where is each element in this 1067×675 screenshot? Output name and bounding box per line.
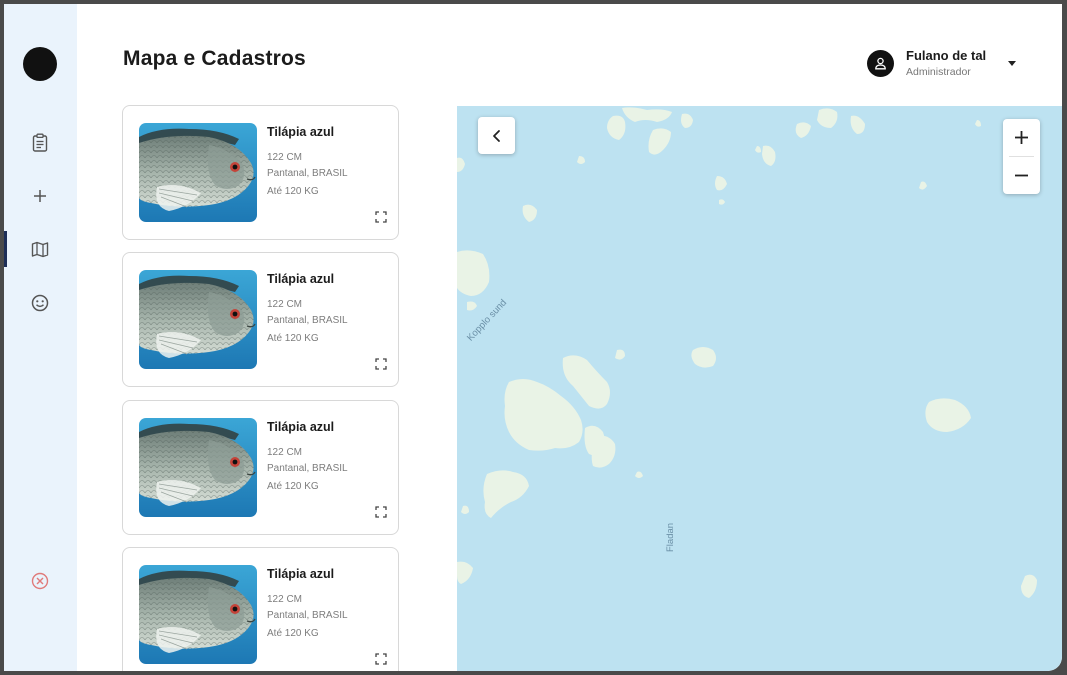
card-title: Tilápia azul xyxy=(267,272,335,286)
map-view[interactable]: Kopplo sund Fladan xyxy=(457,106,1062,671)
app-window: Mapa e Cadastros Fulano de tal Administr… xyxy=(4,4,1062,671)
species-card[interactable]: Tilápia azul 122 CM Pantanal, BRASIL Até… xyxy=(122,547,399,671)
main-content: Mapa e Cadastros Fulano de tal Administr… xyxy=(77,4,1062,671)
map-land xyxy=(457,107,1037,598)
logo-avatar[interactable] xyxy=(23,47,57,81)
clipboard-icon[interactable] xyxy=(28,130,52,154)
card-location: Pantanal, BRASIL xyxy=(267,168,348,179)
fish-image xyxy=(139,565,257,664)
fish-image xyxy=(139,418,257,517)
card-location: Pantanal, BRASIL xyxy=(267,463,348,474)
chevron-left-icon xyxy=(492,129,500,142)
zoom-out-button[interactable] xyxy=(1003,157,1040,194)
fish-image xyxy=(139,270,257,369)
user-avatar-icon xyxy=(867,49,894,77)
sidebar xyxy=(4,4,77,671)
card-size: 122 CM xyxy=(267,299,303,310)
map-icon[interactable] xyxy=(28,237,52,261)
species-card[interactable]: Tilápia azul 122 CM Pantanal, BRASIL Até… xyxy=(122,252,399,387)
expand-icon[interactable] xyxy=(375,357,387,370)
card-title: Tilápia azul xyxy=(267,125,335,139)
fish-image xyxy=(139,123,257,222)
caret-down-icon[interactable] xyxy=(1008,61,1016,66)
user-menu[interactable]: Fulano de tal Administrador xyxy=(867,48,1016,78)
back-button[interactable] xyxy=(478,117,515,154)
expand-icon[interactable] xyxy=(375,210,387,223)
plus-icon xyxy=(1015,131,1028,144)
card-weight: Até 120 KG xyxy=(267,333,319,344)
card-location: Pantanal, BRASIL xyxy=(267,610,348,621)
close-circle-icon[interactable] xyxy=(28,569,52,593)
card-size: 122 CM xyxy=(267,152,303,163)
card-title: Tilápia azul xyxy=(267,420,335,434)
card-size: 122 CM xyxy=(267,447,303,458)
card-size: 122 CM xyxy=(267,594,303,605)
card-weight: Até 120 KG xyxy=(267,481,319,492)
smiley-icon[interactable] xyxy=(28,291,52,315)
card-weight: Até 120 KG xyxy=(267,628,319,639)
zoom-controls xyxy=(1003,119,1040,194)
page-title: Mapa e Cadastros xyxy=(123,47,306,70)
user-role: Administrador xyxy=(906,66,971,78)
card-location: Pantanal, BRASIL xyxy=(267,315,348,326)
plus-icon[interactable] xyxy=(28,184,52,208)
map-label-fladan: Fladan xyxy=(665,522,676,552)
card-title: Tilápia azul xyxy=(267,567,335,581)
species-card[interactable]: Tilápia azul 122 CM Pantanal, BRASIL Até… xyxy=(122,105,399,240)
expand-icon[interactable] xyxy=(375,652,387,665)
minus-icon xyxy=(1015,174,1028,177)
nav-active-indicator xyxy=(4,231,7,267)
card-weight: Até 120 KG xyxy=(267,186,319,197)
species-card[interactable]: Tilápia azul 122 CM Pantanal, BRASIL Até… xyxy=(122,400,399,535)
expand-icon[interactable] xyxy=(375,505,387,518)
zoom-in-button[interactable] xyxy=(1003,119,1040,156)
user-name: Fulano de tal xyxy=(906,48,987,63)
